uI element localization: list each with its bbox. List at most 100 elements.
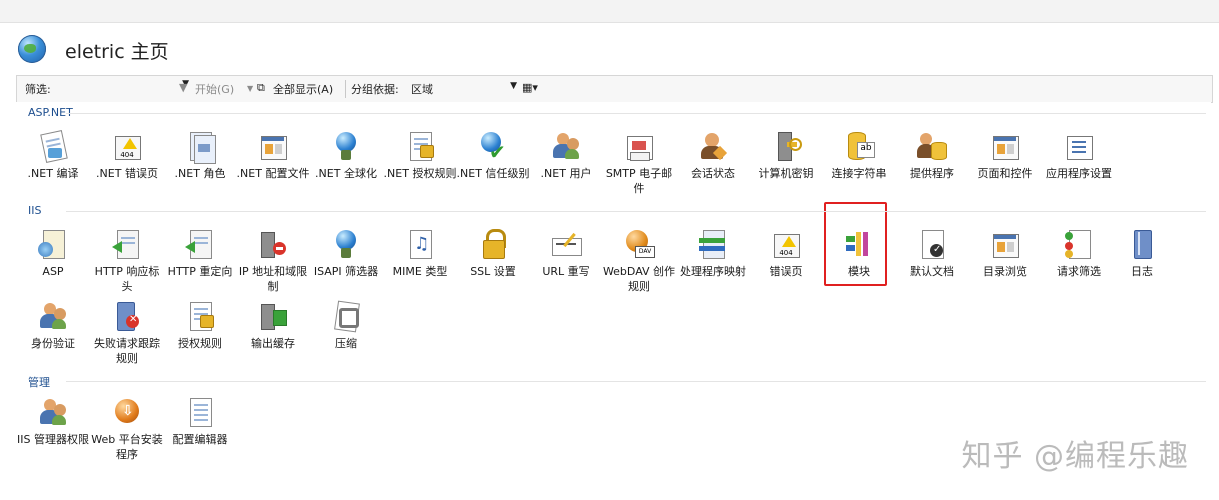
feature-http-redirect[interactable]: HTTP 重定向 [163, 228, 237, 279]
feature-label: 授权规则 [178, 337, 222, 350]
webdav-icon: DAV [623, 228, 655, 260]
group-divider [66, 113, 1206, 114]
machine-key-icon [770, 130, 802, 162]
failed-request-tracing-icon: ✕ [111, 300, 143, 332]
feature-mime-types[interactable]: ♫ MIME 类型 [383, 228, 457, 279]
feature-authorization-rules[interactable]: 授权规则 [163, 300, 237, 351]
feature-label: WebDAV 创作规则 [602, 265, 676, 293]
feature-label: 目录浏览 [983, 265, 1027, 278]
feature-label: 提供程序 [910, 167, 954, 180]
group-by-combobox[interactable]: 区域 ▼ [409, 79, 517, 97]
web-platform-installer-icon: ⇩ [111, 396, 143, 428]
feature-net-profile[interactable]: .NET 配置文件 [236, 130, 310, 181]
feature-app-settings[interactable]: 应用程序设置 [1042, 130, 1116, 181]
group-by-label: 分组依据: [351, 83, 399, 96]
connection-strings-icon: ab [843, 130, 875, 162]
feature-label: .NET 角色 [174, 167, 226, 180]
feature-label: SSL 设置 [470, 265, 516, 278]
feature-webdav[interactable]: DAV WebDAV 创作规则 [602, 228, 676, 294]
feature-web-platform-installer[interactable]: ⇩ Web 平台安装程序 [90, 396, 164, 462]
feature-logging[interactable]: 日志 [1105, 228, 1179, 279]
group-header[interactable]: 管理 [28, 374, 50, 390]
start-button[interactable]: 开始(G) [195, 81, 234, 97]
feature-label: HTTP 响应标头 [94, 265, 160, 293]
logging-icon [1126, 228, 1158, 260]
feature-url-rewrite[interactable]: URL 重写 [529, 228, 603, 279]
feature-net-users[interactable]: .NET 用户 [529, 130, 603, 181]
isapi-filters-icon [330, 228, 362, 260]
feature-ip-domain-restrictions[interactable]: IP 地址和域限制 [236, 228, 310, 294]
show-all-button[interactable]: 全部显示(A) [273, 81, 333, 97]
feature-asp[interactable]: ASP [16, 228, 90, 279]
funnel-icon: ▼ [179, 81, 188, 94]
feature-label: IIS 管理器权限 [17, 433, 89, 446]
feature-label: 日志 [1131, 265, 1153, 278]
feature-ssl-lock[interactable]: SSL 设置 [456, 228, 530, 279]
feature-label: HTTP 重定向 [167, 265, 233, 278]
toolbar-separator [345, 80, 346, 98]
show-all-icon: ⧉ [257, 81, 265, 94]
feature-http-response-headers[interactable]: HTTP 响应标头 [90, 228, 164, 294]
feature-net-compile[interactable]: .NET 编译 [16, 130, 90, 181]
feature-label: .NET 信任级别 [456, 167, 530, 180]
feature-label: 计算机密钥 [758, 167, 814, 180]
feature-label: 身份验证 [31, 337, 75, 350]
feature-net-trust-levels[interactable]: ✔ .NET 信任级别 [456, 130, 530, 181]
feature-label: 处理程序映射 [680, 265, 746, 278]
feature-isapi-filters[interactable]: ISAPI 筛选器 [309, 228, 383, 279]
feature-compression[interactable]: 压缩 [309, 300, 383, 351]
url-rewrite-icon [550, 228, 582, 260]
feature-label: 连接字符串 [831, 167, 887, 180]
group-header[interactable]: IIS [28, 204, 41, 217]
group-divider [66, 211, 1206, 212]
smtp-email-icon [623, 130, 655, 162]
feature-smtp-email[interactable]: SMTP 电子邮件 [602, 130, 676, 196]
authentication-icon [37, 300, 69, 332]
feature-label: SMTP 电子邮件 [605, 167, 673, 195]
feature-net-authorization-rules[interactable]: .NET 授权规则 [383, 130, 457, 181]
providers-icon [916, 130, 948, 162]
feature-authentication[interactable]: 身份验证 [16, 300, 90, 351]
modules-icon [843, 228, 875, 260]
window-top-bar [0, 0, 1219, 23]
feature-label: .NET 用户 [540, 167, 592, 180]
page-header: eletric 主页 [0, 23, 1219, 73]
request-filtering-icon [1063, 228, 1095, 260]
ip-domain-restrictions-icon [257, 228, 289, 260]
view-toggle-icon[interactable]: ▦▾ [522, 81, 538, 94]
feature-handler-mappings[interactable]: 处理程序映射 [676, 228, 750, 279]
chevron-down-icon[interactable]: ▼ [510, 81, 517, 91]
http-redirect-icon [184, 228, 216, 260]
feature-connection-strings[interactable]: ab 连接字符串 [822, 130, 896, 181]
feature-label: 应用程序设置 [1046, 167, 1112, 180]
feature-net-globalization[interactable]: .NET 全球化 [309, 130, 383, 181]
feature-machine-key[interactable]: 计算机密钥 [749, 130, 823, 181]
net-trust-levels-icon: ✔ [477, 130, 509, 164]
feature-label: IP 地址和域限制 [238, 265, 308, 293]
watermark: 知乎 @编程乐趣 [961, 439, 1189, 474]
start-dropdown-icon[interactable]: ▼ [247, 84, 253, 93]
feature-label: 错误页 [769, 265, 803, 278]
feature-error-pages[interactable]: 404 错误页 [749, 228, 823, 279]
feature-configuration-editor[interactable]: 配置编辑器 [163, 396, 237, 447]
feature-default-document[interactable]: ✓ 默认文档 [895, 228, 969, 279]
feature-pages-controls[interactable]: 页面和控件 [968, 130, 1042, 181]
feature-label: 失败请求跟踪规则 [94, 337, 160, 365]
compression-icon [330, 300, 362, 333]
feature-providers[interactable]: 提供程序 [895, 130, 969, 181]
feature-net-roles[interactable]: .NET 角色 [163, 130, 237, 181]
filter-combobox[interactable]: ▼ [53, 79, 189, 97]
net-roles-icon [184, 130, 216, 164]
feature-directory-browsing[interactable]: 目录浏览 [968, 228, 1042, 279]
session-state-icon [697, 130, 729, 162]
feature-label: .NET 授权规则 [383, 167, 457, 180]
feature-iis-manager-permissions[interactable]: IIS 管理器权限 [16, 396, 90, 447]
feature-session-state[interactable]: 会话状态 [676, 130, 750, 181]
handler-mappings-icon [697, 228, 729, 260]
feature-net-error-page[interactable]: 404 .NET 错误页 [90, 130, 164, 181]
feature-label: ISAPI 筛选器 [313, 265, 379, 278]
feature-label: 页面和控件 [977, 167, 1033, 180]
feature-failed-request-tracing[interactable]: ✕ 失败请求跟踪规则 [90, 300, 164, 366]
feature-modules[interactable]: 模块 [822, 228, 896, 279]
feature-output-caching[interactable]: 输出缓存 [236, 300, 310, 351]
